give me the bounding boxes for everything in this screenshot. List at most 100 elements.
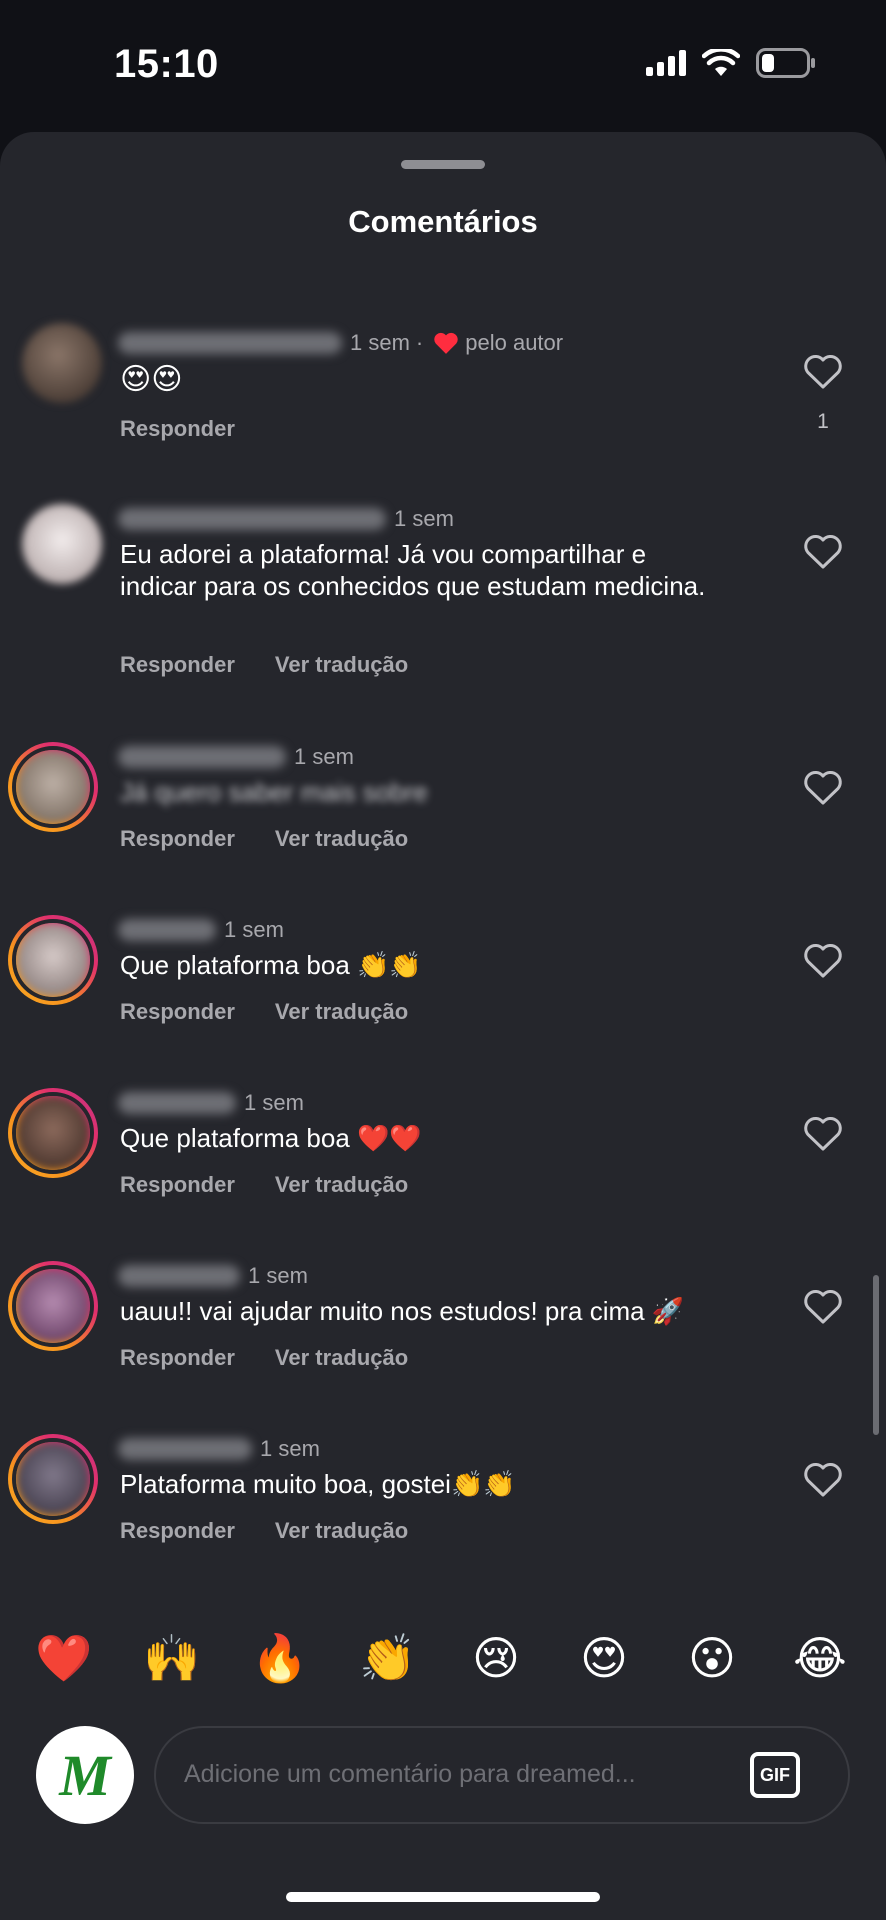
username-blurred[interactable] xyxy=(118,508,386,530)
username-blurred[interactable] xyxy=(118,1438,252,1460)
username-blurred[interactable] xyxy=(118,919,216,941)
like-heart-icon[interactable] xyxy=(803,943,843,979)
see-translation-button[interactable]: Ver tradução xyxy=(275,652,408,678)
reaction-surprised[interactable]: 😮 xyxy=(682,1628,742,1688)
see-translation-button[interactable]: Ver tradução xyxy=(275,826,408,852)
comment-meta: 1 sem xyxy=(118,1263,308,1289)
status-time: 15:10 xyxy=(114,42,219,86)
cellular-signal-icon xyxy=(646,50,686,76)
reply-button[interactable]: Responder xyxy=(120,999,235,1025)
comment-time: 1 sem xyxy=(394,506,454,531)
reaction-heart[interactable]: ❤️ xyxy=(34,1628,94,1688)
username-blurred[interactable] xyxy=(118,1265,240,1287)
like-heart-icon[interactable] xyxy=(803,1462,843,1498)
comment-item: 1 sem Que plataforma boa 👏👏 Responder Ve… xyxy=(0,913,886,1033)
like-heart-icon[interactable] xyxy=(803,1289,843,1325)
avatar-story-ring[interactable] xyxy=(8,1434,98,1524)
status-icons xyxy=(646,48,816,78)
like-count: 1 xyxy=(817,410,829,433)
comment-text: uauu!! vai ajudar muito nos estudos! pra… xyxy=(120,1296,685,1326)
sheet-grabber[interactable] xyxy=(401,160,485,169)
reaction-laughing[interactable]: 😂 xyxy=(790,1628,850,1688)
sheet-title: Comentários xyxy=(348,204,538,239)
like-heart-icon[interactable] xyxy=(803,1116,843,1152)
comment-actions: Responder Ver tradução xyxy=(120,1345,408,1371)
comment-text: Já quero saber mais sobre xyxy=(120,777,428,807)
reply-button[interactable]: Responder xyxy=(120,826,235,852)
reaction-crying[interactable]: 😢 xyxy=(466,1628,526,1688)
comment-item: 1 sem · pelo autor 😍😍 Responder 1 xyxy=(0,320,886,450)
avatar-image xyxy=(16,1442,90,1516)
comment-text: Que plataforma boa 👏👏 xyxy=(120,950,422,980)
avatar-image xyxy=(22,504,102,584)
see-translation-button[interactable]: Ver tradução xyxy=(275,1345,408,1371)
like-heart-icon[interactable] xyxy=(803,770,843,806)
comment-actions: Responder Ver tradução xyxy=(120,826,408,852)
avatar-story-ring[interactable] xyxy=(8,1261,98,1351)
comment-meta: 1 sem · pelo autor xyxy=(118,330,563,356)
comment-meta: 1 sem xyxy=(118,917,284,943)
comment-item: 1 sem Que plataforma boa ❤️❤️ Responder … xyxy=(0,1086,886,1206)
reply-button[interactable]: Responder xyxy=(120,652,235,678)
quick-reactions-bar: ❤️ 🙌 🔥 👏 😢 😍 😮 😂 xyxy=(0,1628,886,1688)
comment-text: Eu adorei a plataforma! Já vou compartil… xyxy=(120,539,706,601)
author-liked-heart-icon xyxy=(434,332,458,354)
avatar-image xyxy=(16,750,90,824)
comment-actions: Responder Ver tradução xyxy=(120,652,408,678)
current-user-avatar[interactable]: M xyxy=(36,1726,134,1824)
like-heart-icon[interactable] xyxy=(803,534,843,570)
username-blurred[interactable] xyxy=(118,1092,236,1114)
avatar xyxy=(12,1438,94,1520)
reaction-raised-hands[interactable]: 🙌 xyxy=(142,1628,202,1688)
comment-text: Que plataforma boa ❤️❤️ xyxy=(120,1123,422,1153)
see-translation-button[interactable]: Ver tradução xyxy=(275,1518,408,1544)
reply-button[interactable]: Responder xyxy=(120,1345,235,1371)
liked-by-author-label: pelo autor xyxy=(465,330,564,355)
comment-actions: Responder Ver tradução xyxy=(120,1518,408,1544)
username-blurred[interactable] xyxy=(118,332,342,354)
username-blurred[interactable] xyxy=(118,746,286,768)
reply-button[interactable]: Responder xyxy=(120,416,235,442)
battery-icon xyxy=(756,48,815,78)
avatar[interactable] xyxy=(22,323,102,403)
comment-item: 1 sem Eu adorei a plataforma! Já vou com… xyxy=(0,500,886,690)
comment-item: 1 sem Plataforma muito boa, gostei👏👏 Res… xyxy=(0,1432,886,1552)
comment-time: 1 sem xyxy=(224,917,284,942)
reply-button[interactable]: Responder xyxy=(120,1172,235,1198)
comment-meta: 1 sem xyxy=(118,1090,304,1116)
reaction-fire[interactable]: 🔥 xyxy=(250,1628,310,1688)
home-indicator[interactable] xyxy=(286,1892,600,1902)
like-heart-icon[interactable] xyxy=(803,354,843,390)
avatar-image xyxy=(16,923,90,997)
comment-time: 1 sem xyxy=(294,744,354,769)
avatar-story-ring[interactable] xyxy=(8,1088,98,1178)
reaction-heart-eyes[interactable]: 😍 xyxy=(574,1628,634,1688)
comment-text: 😍😍 xyxy=(120,364,720,396)
reaction-clap[interactable]: 👏 xyxy=(358,1628,418,1688)
avatar-story-ring[interactable] xyxy=(8,742,98,832)
see-translation-button[interactable]: Ver tradução xyxy=(275,999,408,1025)
comment-actions: Responder xyxy=(120,416,235,442)
comment-text: Plataforma muito boa, gostei👏👏 xyxy=(120,1469,516,1499)
comment-input[interactable]: Adicione um comentário para dreamed... G… xyxy=(154,1726,850,1824)
scrollbar[interactable] xyxy=(873,1275,879,1435)
avatar xyxy=(12,1265,94,1347)
avatar xyxy=(12,746,94,828)
avatar-story-ring[interactable] xyxy=(8,915,98,1005)
avatar xyxy=(12,1092,94,1174)
comment-actions: Responder Ver tradução xyxy=(120,999,408,1025)
avatar[interactable] xyxy=(22,504,102,584)
avatar-image xyxy=(16,1269,90,1343)
comment-meta: 1 sem xyxy=(118,1436,320,1462)
brand-logo-letter: M xyxy=(59,1742,111,1808)
comment-item: 1 sem uauu!! vai ajudar muito nos estudo… xyxy=(0,1259,886,1379)
see-translation-button[interactable]: Ver tradução xyxy=(275,1172,408,1198)
avatar-image xyxy=(16,1096,90,1170)
comment-item: 1 sem Já quero saber mais sobre Responde… xyxy=(0,740,886,860)
wifi-icon xyxy=(702,49,740,76)
gif-button[interactable]: GIF xyxy=(750,1752,800,1798)
comment-text-content: 😍😍 xyxy=(120,362,183,397)
avatar xyxy=(12,919,94,1001)
comment-time: 1 sem xyxy=(244,1090,304,1115)
reply-button[interactable]: Responder xyxy=(120,1518,235,1544)
